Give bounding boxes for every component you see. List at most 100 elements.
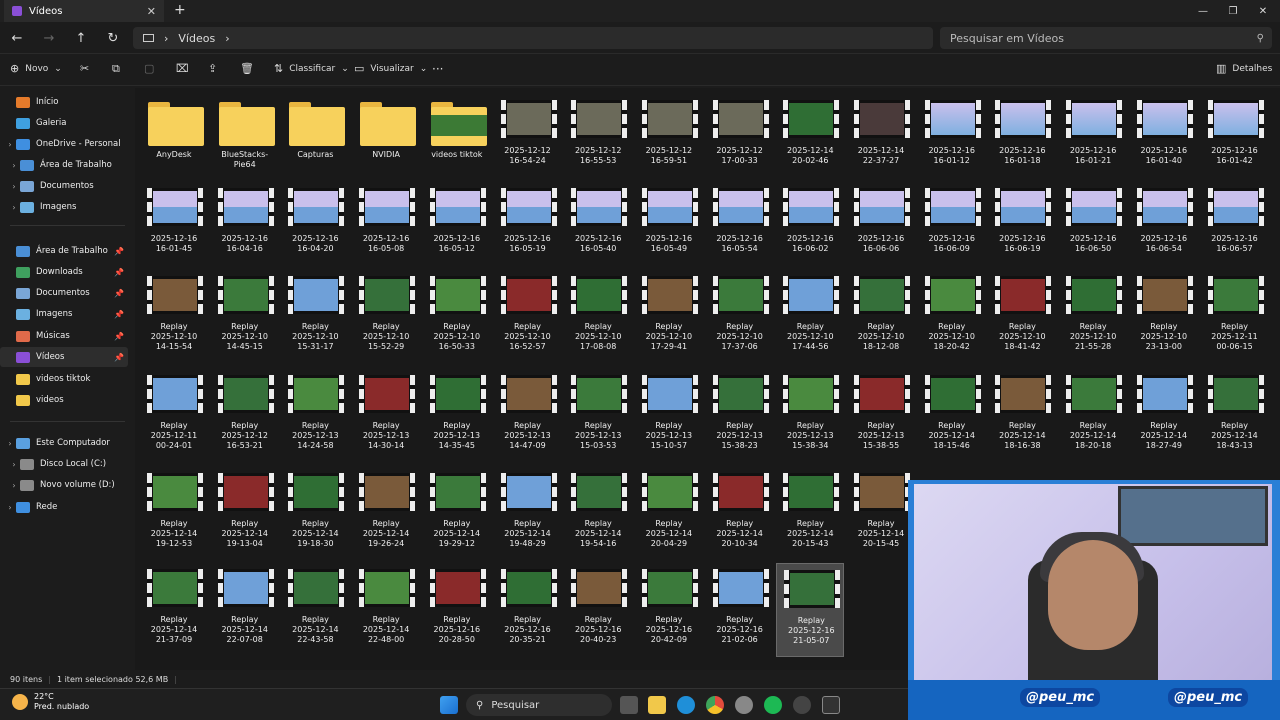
video-file-item[interactable]: Replay 2025-12-14 19-48-29 — [494, 467, 562, 561]
folder-item[interactable]: NVIDIA — [352, 94, 420, 188]
video-file-item[interactable]: Replay 2025-12-13 15-38-34 — [776, 369, 844, 463]
video-file-item[interactable]: 2025-12-16 16-06-50 — [1059, 182, 1127, 276]
video-file-item[interactable]: 2025-12-16 16-05-40 — [564, 182, 632, 276]
video-file-item[interactable]: 2025-12-12 16-59-51 — [635, 94, 703, 188]
video-file-item[interactable]: Replay 2025-12-14 18-16-38 — [988, 369, 1056, 463]
video-file-item[interactable]: 2025-12-16 16-06-02 — [776, 182, 844, 276]
video-file-item[interactable]: Replay 2025-12-13 15-38-23 — [706, 369, 774, 463]
pin-icon[interactable]: 📌 — [114, 247, 124, 256]
video-file-item[interactable]: 2025-12-16 16-05-12 — [423, 182, 491, 276]
video-file-item[interactable]: Replay 2025-12-14 20-15-43 — [776, 467, 844, 561]
weather-widget[interactable]: 22°C Pred. nublado — [12, 692, 89, 712]
edge-icon[interactable] — [677, 696, 695, 714]
file-explorer-icon[interactable] — [648, 696, 666, 714]
task-view-icon[interactable] — [620, 696, 638, 714]
video-file-item[interactable]: Replay 2025-12-10 23-13-00 — [1130, 270, 1198, 364]
chevron-right-icon[interactable]: › — [4, 140, 16, 149]
video-file-item[interactable]: Replay 2025-12-13 15-10-57 — [635, 369, 703, 463]
video-file-item[interactable]: Replay 2025-12-10 18-20-42 — [918, 270, 986, 364]
share-button[interactable]: ⇪ — [208, 62, 217, 75]
pin-icon[interactable]: 📌 — [114, 332, 124, 341]
video-file-item[interactable]: 2025-12-16 16-01-42 — [1201, 94, 1269, 188]
video-file-item[interactable]: Replay 2025-12-10 18-41-42 — [988, 270, 1056, 364]
video-file-item[interactable]: 2025-12-12 16-54-24 — [494, 94, 562, 188]
video-file-item[interactable]: 2025-12-12 17-00-33 — [706, 94, 774, 188]
video-file-item[interactable]: Replay 2025-12-14 20-04-29 — [635, 467, 703, 561]
sidebar-item-disk-c[interactable]: › Disco Local (C:) — [0, 454, 128, 474]
pin-icon[interactable]: 📌 — [114, 289, 124, 298]
video-file-item[interactable]: Replay 2025-12-13 14-35-45 — [423, 369, 491, 463]
video-file-item[interactable]: Replay 2025-12-13 15-38-55 — [847, 369, 915, 463]
video-file-item[interactable]: 2025-12-16 16-01-12 — [918, 94, 986, 188]
folder-item[interactable]: BlueStacks-Pie64 — [211, 94, 279, 188]
obs-icon[interactable] — [793, 696, 811, 714]
delete-button[interactable]: 🗑 — [240, 62, 254, 75]
video-file-item[interactable]: Replay 2025-12-14 19-13-04 — [211, 467, 279, 561]
video-file-item[interactable]: Replay 2025-12-10 18-12-08 — [847, 270, 915, 364]
video-file-item[interactable]: 2025-12-16 16-06-06 — [847, 182, 915, 276]
video-file-item[interactable]: Replay 2025-12-14 19-29-12 — [423, 467, 491, 561]
video-file-item[interactable]: 2025-12-16 16-01-21 — [1059, 94, 1127, 188]
capcut-icon[interactable] — [822, 696, 840, 714]
video-file-item[interactable]: 2025-12-16 16-05-54 — [706, 182, 774, 276]
cut-button[interactable]: ✂ — [80, 62, 89, 75]
new-tab-button[interactable]: + — [174, 2, 186, 18]
sidebar-item-documents-od[interactable]: › Documentos — [0, 176, 128, 196]
video-file-item[interactable]: 2025-12-14 22-37-27 — [847, 94, 915, 188]
paste-button[interactable]: ▢ — [144, 62, 154, 75]
video-file-item[interactable]: Replay 2025-12-10 16-50-33 — [423, 270, 491, 364]
video-file-item[interactable]: 2025-12-16 16-05-08 — [352, 182, 420, 276]
video-file-item[interactable]: Replay 2025-12-16 20-40-23 — [564, 563, 632, 657]
video-file-item[interactable]: Replay 2025-12-10 16-52-57 — [494, 270, 562, 364]
pin-icon[interactable]: 📌 — [114, 268, 124, 277]
video-file-item[interactable]: Replay 2025-12-14 19-54-16 — [564, 467, 632, 561]
video-file-item[interactable]: Replay 2025-12-13 14-47-09 — [494, 369, 562, 463]
video-file-item[interactable]: Replay 2025-12-14 20-15-45 — [847, 467, 915, 561]
sidebar-item-this-pc[interactable]: › Este Computador — [0, 433, 128, 453]
video-file-item[interactable]: Replay 2025-12-14 18-20-18 — [1059, 369, 1127, 463]
video-file-item[interactable]: Replay 2025-12-14 22-48-00 — [352, 563, 420, 657]
video-file-item[interactable]: Replay 2025-12-14 19-26-24 — [352, 467, 420, 561]
sidebar-item-desktop-od[interactable]: › Área de Trabalho — [0, 155, 128, 175]
video-file-item[interactable]: Replay 2025-12-14 19-18-30 — [281, 467, 349, 561]
video-file-item[interactable]: Replay 2025-12-16 21-05-07 — [776, 563, 845, 657]
view-button[interactable]: ▭ Visualizar ⌄ — [354, 62, 427, 75]
sidebar-item-videos-folder[interactable]: videos — [0, 390, 128, 410]
video-file-item[interactable]: Replay 2025-12-10 17-29-41 — [635, 270, 703, 364]
back-button[interactable]: ← — [8, 29, 26, 47]
video-file-item[interactable]: 2025-12-16 16-05-19 — [494, 182, 562, 276]
video-file-item[interactable]: 2025-12-16 16-06-19 — [988, 182, 1056, 276]
rename-button[interactable]: ⌧ — [176, 62, 189, 75]
video-file-item[interactable]: 2025-12-16 16-05-49 — [635, 182, 703, 276]
chevron-right-icon[interactable]: › — [4, 439, 16, 448]
video-file-item[interactable]: Replay 2025-12-14 19-12-53 — [140, 467, 208, 561]
pin-icon[interactable]: 📌 — [114, 310, 124, 319]
spotify-icon[interactable] — [764, 696, 782, 714]
chevron-right-icon[interactable]: › — [8, 481, 20, 490]
sidebar-item-documents[interactable]: Documentos 📌 — [0, 283, 128, 303]
chevron-right-icon[interactable]: › — [8, 460, 20, 469]
sidebar-item-videos[interactable]: Vídeos 📌 — [0, 347, 128, 367]
chevron-right-icon[interactable]: › — [4, 503, 16, 512]
video-file-item[interactable]: 2025-12-16 16-06-09 — [918, 182, 986, 276]
video-file-item[interactable]: Replay 2025-12-11 00-24-01 — [140, 369, 208, 463]
sidebar-item-galeria[interactable]: Galeria — [0, 113, 128, 133]
video-file-item[interactable]: Replay 2025-12-10 17-08-08 — [564, 270, 632, 364]
sidebar-item-network[interactable]: › Rede — [0, 497, 128, 517]
video-file-item[interactable]: Replay 2025-12-10 14-15-54 — [140, 270, 208, 364]
pin-icon[interactable]: 📌 — [114, 353, 124, 362]
breadcrumb[interactable]: Vídeos — [178, 32, 215, 45]
copy-button[interactable]: ⧉ — [112, 62, 120, 76]
video-file-item[interactable]: Replay 2025-12-14 22-07-08 — [211, 563, 279, 657]
sort-button[interactable]: ⇅ Classificar ⌄ — [274, 62, 349, 75]
video-file-item[interactable]: Replay 2025-12-10 15-31-17 — [281, 270, 349, 364]
video-file-item[interactable]: Replay 2025-12-10 15-52-29 — [352, 270, 420, 364]
video-file-item[interactable]: Replay 2025-12-14 22-43-58 — [281, 563, 349, 657]
video-file-item[interactable]: Replay 2025-12-10 21-55-28 — [1059, 270, 1127, 364]
more-options-button[interactable]: ··· — [432, 62, 443, 76]
video-file-item[interactable]: 2025-12-16 16-06-57 — [1201, 182, 1269, 276]
breadcrumb-chevron-icon[interactable]: › — [225, 32, 229, 45]
sidebar-item-inicio[interactable]: Início — [0, 92, 128, 112]
new-button[interactable]: ⊕ Novo ⌄ — [10, 62, 62, 75]
sidebar-item-music[interactable]: Músicas 📌 — [0, 326, 128, 346]
